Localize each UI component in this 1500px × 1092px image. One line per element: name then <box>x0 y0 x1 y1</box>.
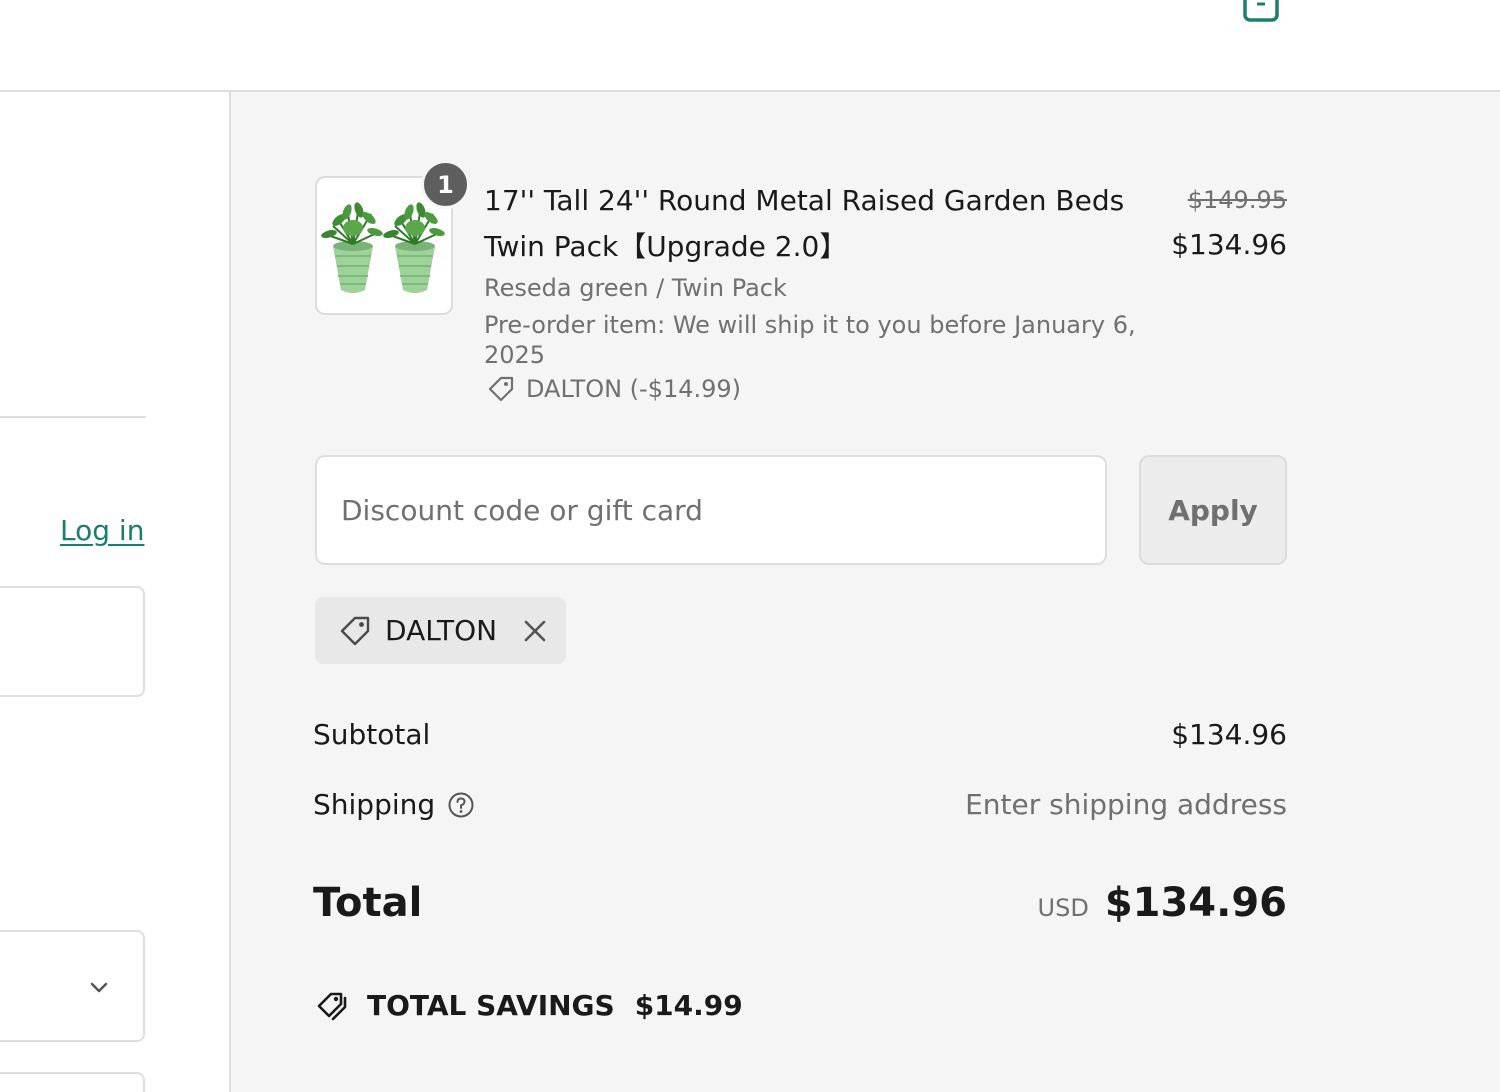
section-divider <box>0 416 146 418</box>
question-circle-icon[interactable] <box>447 791 475 819</box>
tag-icon <box>337 613 373 649</box>
shipping-value: Enter shipping address <box>965 788 1287 821</box>
subtotal-value: $134.96 <box>1171 718 1287 751</box>
close-icon[interactable] <box>521 617 549 645</box>
address-input[interactable] <box>0 1072 145 1092</box>
checkout-header <box>0 0 1500 92</box>
chevron-down-icon <box>90 982 108 993</box>
total-savings-amount: $14.99 <box>634 988 743 1022</box>
product-variant: Reseda green / Twin Pack <box>484 274 787 302</box>
currency-code: USD <box>1037 894 1089 922</box>
discount-code-input[interactable] <box>315 455 1107 565</box>
preorder-note: Pre-order item: We will ship it to you b… <box>484 311 1136 369</box>
product-title: 17'' Tall 24'' Round Metal Raised Garden… <box>484 184 1125 263</box>
applied-discount-chip: DALTON <box>315 597 566 664</box>
total-amount: $134.96 <box>1104 880 1287 926</box>
original-price: $149.95 <box>1187 186 1287 214</box>
item-discount-label: DALTON (-$14.99) <box>526 375 742 403</box>
apply-discount-button[interactable]: Apply <box>1139 455 1287 565</box>
quantity-badge: 1 <box>421 160 470 209</box>
item-discount: DALTON (-$14.99) <box>486 374 741 404</box>
total-value: USD $134.96 <box>1038 880 1287 926</box>
total-label: Total <box>313 880 423 926</box>
applied-discount-code: DALTON <box>385 614 498 647</box>
subtotal-label: Subtotal <box>313 718 431 751</box>
total-savings-label: TOTAL SAVINGS <box>367 988 615 1022</box>
total-savings: TOTAL SAVINGS $14.99 <box>315 986 743 1024</box>
country-select[interactable] <box>0 930 145 1042</box>
checkout-page: Log in 1 17'' Tall 24'' Round Metal Rais… <box>0 0 1500 1092</box>
login-link[interactable]: Log in <box>60 514 144 547</box>
shopping-bag-icon[interactable] <box>1242 0 1280 24</box>
tag-icon <box>488 376 514 402</box>
shipping-row: Shipping <box>313 788 475 821</box>
contact-input[interactable] <box>0 586 145 697</box>
final-price: $134.96 <box>1171 228 1287 261</box>
shipping-label: Shipping <box>313 788 436 821</box>
tags-icon <box>317 992 347 1021</box>
